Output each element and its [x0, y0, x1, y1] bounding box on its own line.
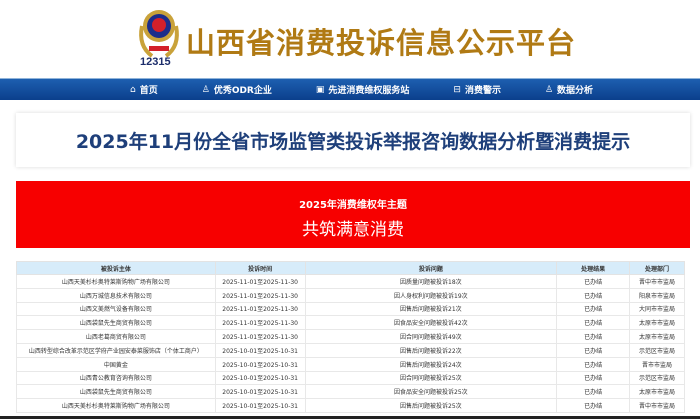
nav-label: 消费警示 [464, 86, 501, 96]
cell-entity: 山西天美杉杉奥特莱斯购物广场有限公司 [16, 398, 216, 413]
nav-label: 数据分析 [557, 86, 594, 96]
cell-entity: 山西袋鼠先生商贸有限公司 [16, 384, 216, 400]
header-issue: 投诉问题 [304, 261, 558, 275]
report-title-box: 2025年11月份全省市场监管类投诉举报咨询数据分析暨消费提示 [16, 113, 690, 167]
complaints-table: 被投诉主体 投诉时间 投诉问题 处理结果 处理部门 山西天美杉杉奥特莱斯购物广场… [16, 261, 685, 413]
cell-time: 2025-10-01至2025-10-31 [214, 370, 306, 386]
cell-time: 2025-10-01至2025-10-31 [214, 398, 306, 413]
users-icon: ♙ [544, 84, 554, 95]
cell-result: 已办结 [556, 301, 631, 317]
cell-department: 晋中市市监局 [629, 398, 685, 413]
cell-time: 2025-11-01至2025-11-30 [214, 329, 306, 344]
nav-item-1[interactable]: ♙ 优秀ODR企业 [202, 79, 272, 100]
report-title[interactable]: 2025年11月份全省市场监管类投诉举报咨询数据分析暨消费提示 [76, 127, 630, 154]
cell-time: 2025-11-01至2025-11-30 [214, 287, 306, 303]
cell-issue: 因售后问题被投诉21次 [304, 301, 558, 317]
site-title: 山西省消费投诉信息公示平台 [186, 26, 577, 60]
banner-theme: 共筑满意消费 [302, 220, 404, 240]
cell-issue: 因质量问题被投诉18次 [304, 274, 558, 289]
header-entity: 被投诉主体 [16, 261, 216, 275]
nav-label: 首页 [139, 86, 158, 96]
cell-time: 2025-10-01至2025-10-31 [214, 356, 306, 372]
cell-issue: 因合同问题被投诉49次 [304, 329, 558, 344]
table-row[interactable]: 中国黄金 2025-10-01至2025-10-31 因售后问题被投诉24次 已办结晋… [16, 356, 685, 372]
cell-time: 2025-11-01至2025-11-30 [214, 301, 306, 317]
cell-time: 2025-11-01至2025-11-30 [214, 274, 306, 289]
hotline-number: 12315 [140, 56, 171, 68]
cell-department: 太原市市监局 [629, 384, 685, 400]
cell-issue: 因售后问题被投诉24次 [304, 356, 558, 372]
table-row[interactable]: 山西青公教育咨询有限公司 2025-10-01至2025-10-31 因合同问题被投… [16, 370, 685, 386]
cell-result: 已办结 [556, 342, 631, 358]
cell-entity: 山西老葛商贸有限公司 [16, 329, 216, 344]
banner-subtitle: 2025年消费维权年主题 [299, 200, 407, 211]
nav-label: 先进消费维权服务站 [328, 86, 410, 96]
site-header: 12315 山西省消费投诉信息公示平台 [0, 0, 700, 78]
theme-banner: 2025年消费维权年主题 共筑满意消费 [16, 181, 690, 248]
cell-result: 已办结 [556, 315, 631, 331]
cell-result: 已办结 [556, 287, 631, 303]
cell-entity: 山西万城信息技术有限公司 [16, 287, 216, 303]
header-department: 处理部门 [629, 261, 685, 275]
cell-result: 已办结 [556, 398, 631, 413]
cell-issue: 因售后问题被投诉25次 [304, 398, 558, 413]
cell-result: 已办结 [556, 370, 631, 386]
table-row[interactable]: 山西老葛商贸有限公司 2025-11-01至2025-11-30 因合同问题被投诉4… [16, 329, 685, 344]
cell-time: 2025-11-01至2025-11-30 [214, 315, 306, 331]
table-row[interactable]: 山西袋鼠先生商贸有限公司 2025-10-01至2025-10-31 因食品安全问题… [16, 384, 685, 400]
cell-result: 已办结 [556, 356, 631, 372]
cell-result: 已办结 [556, 384, 631, 400]
cell-department: 晋中市市监局 [629, 274, 685, 289]
cell-department: 大同市市监局 [629, 301, 685, 317]
cell-department: 示范区市监局 [629, 342, 685, 358]
cell-entity: 山西转型综合改革示范区学府产业园安泰菜服饰店（个体工商户） [16, 342, 216, 358]
table-row[interactable]: 山西转型综合改革示范区学府产业园安泰菜服饰店（个体工商户） 2025-10-01至… [16, 342, 685, 358]
briefcase-icon: ⊟ [453, 84, 461, 95]
cell-issue: 因合同问题被投诉25次 [304, 370, 558, 386]
cell-entity: 山西文美燃气设备有限公司 [16, 301, 216, 317]
table-row[interactable]: 山西天美杉杉奥特莱斯购物广场有限公司 2025-11-01至2025-11-30 因… [16, 274, 685, 289]
users-icon: ♙ [201, 84, 210, 95]
table-row[interactable]: 山西万城信息技术有限公司 2025-11-01至2025-11-30 因人身权利问题… [16, 287, 685, 303]
cell-time: 2025-10-01至2025-10-31 [214, 342, 306, 358]
cell-department: 阳泉市市监局 [629, 287, 685, 303]
nav-item-3[interactable]: ⊟ 消费警示 [453, 79, 501, 100]
cell-entity: 中国黄金 [16, 356, 216, 372]
nav-item-2[interactable]: ▣ 先进消费维权服务站 [316, 79, 410, 100]
cell-issue: 因食品安全问题被投诉42次 [304, 315, 558, 331]
cell-department: 示范区市监局 [629, 370, 685, 386]
cell-issue: 因食品安全问题被投诉25次 [304, 384, 558, 400]
table-row[interactable]: 山西文美燃气设备有限公司 2025-11-01至2025-11-30 因售后问题被投… [16, 301, 685, 317]
main-nav: ⌂ 首页 ♙ 优秀ODR企业 ▣ 先进消费维权服务站 ⊟ 消费警示 ♙ 数据分析 [0, 78, 700, 100]
table-header-row: 被投诉主体 投诉时间 投诉问题 处理结果 处理部门 [16, 261, 685, 275]
cell-result: 已办结 [556, 329, 631, 344]
emblem-logo [139, 10, 179, 58]
home-icon: ⌂ [130, 84, 136, 95]
nav-item-0[interactable]: ⌂ 首页 [130, 79, 158, 100]
nav-label: 优秀ODR企业 [213, 86, 272, 96]
table-row[interactable]: 山西袋鼠先生商贸有限公司 2025-11-01至2025-11-30 因食品安全问题… [16, 315, 685, 331]
cell-entity: 山西天美杉杉奥特莱斯购物广场有限公司 [16, 274, 216, 289]
cell-entity: 山西袋鼠先生商贸有限公司 [16, 315, 216, 331]
cell-result: 已办结 [556, 274, 631, 289]
cell-time: 2025-10-01至2025-10-31 [214, 384, 306, 400]
cell-issue: 因人身权利问题被投诉19次 [304, 287, 558, 303]
header-result: 处理结果 [556, 261, 631, 275]
book-icon: ▣ [315, 84, 325, 95]
table-row[interactable]: 山西天美杉杉奥特莱斯购物广场有限公司 2025-10-01至2025-10-31 因… [16, 398, 685, 413]
cell-department: 晋市市监局 [629, 356, 685, 372]
nav-item-4[interactable]: ♙ 数据分析 [545, 79, 593, 100]
cell-department: 太原市市监局 [629, 329, 685, 344]
cell-department: 太原市市监局 [629, 315, 685, 331]
cell-entity: 山西青公教育咨询有限公司 [16, 370, 216, 386]
cell-issue: 因售后问题被投诉22次 [304, 342, 558, 358]
header-time: 投诉时间 [214, 261, 306, 275]
